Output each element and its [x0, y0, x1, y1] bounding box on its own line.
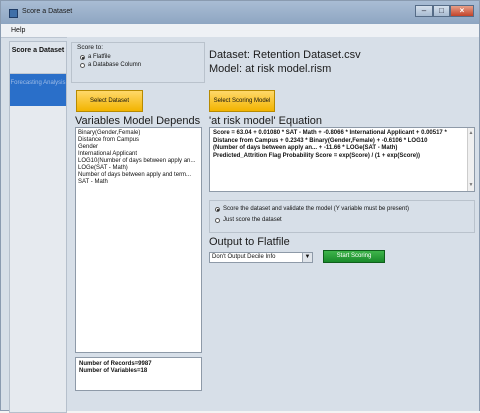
nav-score-dataset[interactable]: Score a Dataset — [10, 42, 66, 74]
just-score-label[interactable]: Just score the dataset — [223, 217, 282, 223]
equation-line: Score = 63.04 + 0.01080 * SAT - Math + -… — [213, 130, 447, 136]
select-scoring-model-button[interactable]: Select Scoring Model — [209, 90, 275, 112]
menu-bar: Help — [1, 24, 479, 38]
app-icon — [9, 9, 18, 18]
output-heading: Output to Flatfile — [209, 236, 290, 248]
close-button[interactable]: × — [450, 5, 474, 17]
equation-scrollbar[interactable]: ▲ ▼ — [467, 128, 474, 191]
main-panel: Score to: a Flatfile a Database Column D… — [67, 37, 479, 411]
scroll-up-icon[interactable]: ▲ — [468, 130, 474, 138]
database-column-radio-label[interactable]: a Database Column — [88, 62, 141, 68]
start-scoring-button[interactable]: Start Scoring — [323, 250, 385, 263]
just-score-radio[interactable] — [215, 218, 220, 223]
list-item[interactable]: SAT - Math — [78, 179, 199, 186]
score-validate-radio[interactable] — [215, 207, 220, 212]
score-dataset-window: Score a Dataset – □ × Help Score a Datas… — [0, 0, 480, 413]
list-item[interactable]: International Applicant — [78, 151, 199, 158]
list-item[interactable]: Distance from Campus — [78, 137, 199, 144]
left-navigation: Score a Dataset Forecasting Analysis — [9, 41, 67, 413]
dataset-stats-box: Number of Records=9987 Number of Variabl… — [75, 357, 202, 391]
equation-line: Predicted_Attrition Flag Probability Sco… — [213, 152, 421, 159]
variables-heading: Variables Model Depends — [75, 115, 201, 127]
decile-info-dropdown[interactable]: Don't Output Decile Info ▼ — [209, 252, 313, 263]
score-validate-label[interactable]: Score the dataset and validate the model… — [223, 206, 409, 212]
start-scoring-label: Start Scoring — [336, 253, 372, 259]
minimize-button[interactable]: – — [415, 5, 433, 17]
equation-line: Distance from Campus + 0.2343 * Binary(G… — [213, 137, 428, 144]
equation-box[interactable]: Score = 63.04 + 0.01080 * SAT - Math + -… — [209, 127, 475, 192]
window-title: Score a Dataset — [22, 8, 73, 15]
records-count: Number of Records=9987 — [79, 361, 152, 367]
menu-help[interactable]: Help — [11, 27, 25, 34]
score-to-label: Score to: — [77, 44, 104, 51]
chevron-down-icon[interactable]: ▼ — [302, 253, 312, 262]
variables-list[interactable]: Binary(Gender,Female) Distance from Camp… — [75, 127, 202, 353]
select-dataset-button[interactable]: Select Dataset — [76, 90, 143, 112]
scroll-down-icon[interactable]: ▼ — [468, 182, 474, 190]
dataset-label: Dataset: Retention Dataset.csv — [209, 49, 361, 61]
list-item[interactable]: Gender — [78, 144, 199, 151]
list-item[interactable]: LOGe(SAT - Math) — [78, 165, 199, 172]
flatfile-radio-label[interactable]: a Flatfile — [88, 54, 111, 60]
database-column-radio[interactable] — [80, 63, 85, 68]
decile-info-value: Don't Output Decile Info — [212, 254, 276, 260]
flatfile-radio[interactable] — [80, 55, 85, 60]
nav-forecasting-analysis[interactable]: Forecasting Analysis — [10, 74, 66, 106]
list-item[interactable]: Binary(Gender,Female) — [78, 130, 199, 137]
list-item[interactable]: Number of days between apply and term... — [78, 172, 199, 179]
maximize-button[interactable]: □ — [433, 5, 450, 17]
list-item[interactable]: LOG10(Number of days between apply an... — [78, 158, 199, 165]
equation-heading: 'at risk model' Equation — [209, 115, 323, 127]
model-label: Model: at risk model.rism — [209, 63, 332, 75]
title-bar[interactable]: Score a Dataset – □ × — [1, 1, 479, 24]
equation-line: (Number of days between apply an... + -1… — [213, 145, 398, 151]
variables-count: Number of Variables=18 — [79, 368, 148, 374]
